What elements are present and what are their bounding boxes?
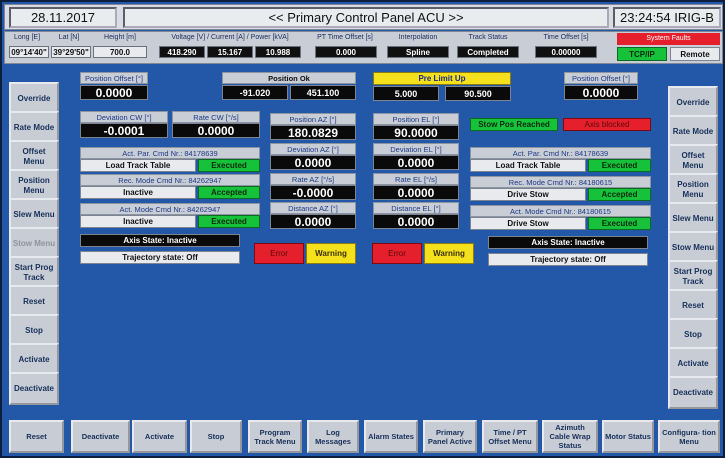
el-rec-mode-name: Drive Stow: [470, 188, 586, 201]
date-display: 28.11.2017: [9, 7, 117, 28]
bottom-deactivate-button[interactable]: Deactivate: [71, 420, 130, 453]
el-warning-indicator: Warning: [424, 243, 474, 264]
height-label: Height [m]: [104, 34, 136, 41]
el-rec-mode-label: Rec. Mode Cmd Nr.: 84180615: [470, 176, 651, 188]
az-rec-mode-label: Rec. Mode Cmd Nr.: 84262947: [80, 174, 260, 186]
position-ok-label: Position Ok: [222, 72, 356, 84]
distance-el-label: Distance EL [°]: [373, 202, 459, 214]
motor-status-button[interactable]: Motor Status: [602, 420, 654, 453]
tcpip-button[interactable]: TCP/IP: [617, 47, 667, 61]
rate-cw-value: 0.0000: [172, 123, 260, 138]
deviation-el-value: 0.0000: [373, 155, 459, 170]
az-rec-mode-state: Accepted: [198, 186, 260, 199]
remote-button[interactable]: Remote: [670, 47, 720, 61]
track-status-label: Track Status: [468, 34, 508, 41]
el-position-offset-label: Position Offset [°]: [564, 72, 638, 84]
el-par-cmd-label: Act. Par. Cmd Nr.: 84178639: [470, 147, 651, 159]
el-par-cmd-state: Executed: [588, 159, 651, 172]
log-messages-button[interactable]: Log Messages: [307, 420, 359, 453]
vip-label: Voltage [V] / Current [A] / Power [kVA]: [171, 34, 289, 41]
az-par-cmd-label: Act. Par. Cmd Nr.: 84178639: [80, 147, 260, 159]
az-position-offset-label: Position Offset [°]: [80, 72, 148, 84]
deviation-cw-label: Deviation CW [°]: [80, 111, 168, 123]
lat-value: 39°29'50": [51, 46, 91, 58]
current-value: 15.167: [207, 46, 253, 58]
az-par-cmd-state: Executed: [198, 159, 260, 172]
position-ok-az: -91.020: [222, 85, 288, 100]
window-title: << Primary Control Panel ACU >>: [123, 7, 609, 28]
power-value: 10.988: [255, 46, 301, 58]
alarm-states-button[interactable]: Alarm States: [364, 420, 418, 453]
pre-limit-value-a: 5.000: [373, 86, 439, 101]
title-bar: 28.11.2017 << Primary Control Panel ACU …: [4, 4, 723, 30]
az-rec-mode-name: Inactive: [80, 186, 196, 199]
axis-blocked-indicator: Axis blocked: [563, 118, 651, 131]
pre-limit-up-indicator: Pre Limit Up: [373, 72, 511, 85]
system-faults-indicator[interactable]: System Faults: [617, 33, 720, 45]
rate-el-value: 0.0000: [373, 185, 459, 200]
program-track-menu-button[interactable]: Program Track Menu: [248, 420, 302, 453]
el-rec-mode-state: Accepted: [588, 188, 651, 201]
deviation-el-label: Deviation EL [°]: [373, 143, 459, 155]
status-bar: Long [E] Lat [N] Height [m] 09°14'40" 39…: [4, 31, 723, 64]
pre-limit-value-b: 90.500: [445, 86, 511, 101]
acu-screen: 28.11.2017 << Primary Control Panel ACU …: [0, 0, 725, 458]
deviation-az-value: 0.0000: [270, 155, 356, 170]
az-act-mode-name: Inactive: [80, 215, 196, 228]
el-act-mode-state: Executed: [588, 217, 651, 230]
long-value: 09°14'40": [9, 46, 49, 58]
az-axis-state: Axis State: Inactive: [80, 234, 240, 247]
height-value: 700.0: [93, 46, 147, 58]
az-warning-indicator: Warning: [306, 243, 356, 264]
right-deactivate-button[interactable]: Deactivate: [668, 376, 718, 409]
el-act-mode-name: Drive Stow: [470, 217, 586, 230]
position-el-label: Position EL [°]: [373, 113, 459, 125]
el-act-mode-label: Act. Mode Cmd Nr.: 84180615: [470, 205, 651, 217]
position-az-value: 180.0829: [270, 125, 356, 140]
pt-offset-label: PT Time Offset [s]: [317, 34, 373, 41]
time-display: 23:24:54 IRIG-B: [613, 7, 721, 28]
az-act-mode-label: Act. Mode Cmd Nr.: 84262947: [80, 203, 260, 215]
el-par-cmd-name: Load Track Table: [470, 159, 586, 172]
voltage-value: 418.290: [159, 46, 205, 58]
el-axis-state: Axis State: Inactive: [488, 236, 648, 249]
az-error-indicator: Error: [254, 243, 304, 264]
deviation-az-label: Deviation AZ [°]: [270, 143, 356, 155]
az-position-offset-value[interactable]: 0.0000: [80, 85, 148, 100]
position-ok-el: 451.100: [290, 85, 356, 100]
azimuth-cable-wrap-status-button[interactable]: Azimuth Cable Wrap Status: [542, 420, 598, 453]
distance-el-value: 0.0000: [373, 214, 459, 229]
rate-az-value: -0.0000: [270, 185, 356, 200]
rate-az-label: Rate AZ [°/s]: [270, 173, 356, 185]
primary-panel-active-button[interactable]: Primary Panel Active: [423, 420, 477, 453]
deviation-cw-value: -0.0001: [80, 123, 168, 138]
rate-el-label: Rate EL [°/s]: [373, 173, 459, 185]
bottom-activate-button[interactable]: Activate: [132, 420, 187, 453]
lat-label: Lat [N]: [58, 34, 80, 41]
interpolation-value: Spline: [387, 46, 449, 58]
stow-pos-reached-indicator: Stow Pos Reached: [470, 118, 558, 131]
position-el-value: 90.0000: [373, 125, 459, 140]
az-trajectory-state: Trajectory state: Off: [80, 251, 240, 264]
time-offset-label: Time Offset [s]: [543, 34, 589, 41]
el-trajectory-state: Trajectory state: Off: [488, 253, 648, 266]
long-label: Long [E]: [13, 34, 41, 41]
left-deactivate-button[interactable]: Deactivate: [9, 372, 59, 405]
az-par-cmd-name: Load Track Table: [80, 159, 196, 172]
time-offset-value: 0.00000: [535, 46, 597, 58]
distance-az-value: 0.0000: [270, 214, 356, 229]
position-az-label: Position AZ [°]: [270, 113, 356, 125]
pt-offset-value: 0.000: [315, 46, 377, 58]
bottom-reset-button[interactable]: Reset: [9, 420, 64, 453]
bottom-stop-button[interactable]: Stop: [190, 420, 242, 453]
rate-cw-label: Rate CW [°/s]: [172, 111, 260, 123]
distance-az-label: Distance AZ [°]: [270, 202, 356, 214]
az-act-mode-state: Executed: [198, 215, 260, 228]
el-error-indicator: Error: [372, 243, 422, 264]
time-pt-offset-menu-button[interactable]: Time / PT Offset Menu: [482, 420, 538, 453]
configuration-menu-button[interactable]: Configura- tion Menu: [658, 420, 720, 453]
interpolation-label: Interpolation: [398, 34, 438, 41]
track-status-value: Completed: [457, 46, 519, 58]
el-position-offset-value[interactable]: 0.0000: [564, 85, 638, 100]
